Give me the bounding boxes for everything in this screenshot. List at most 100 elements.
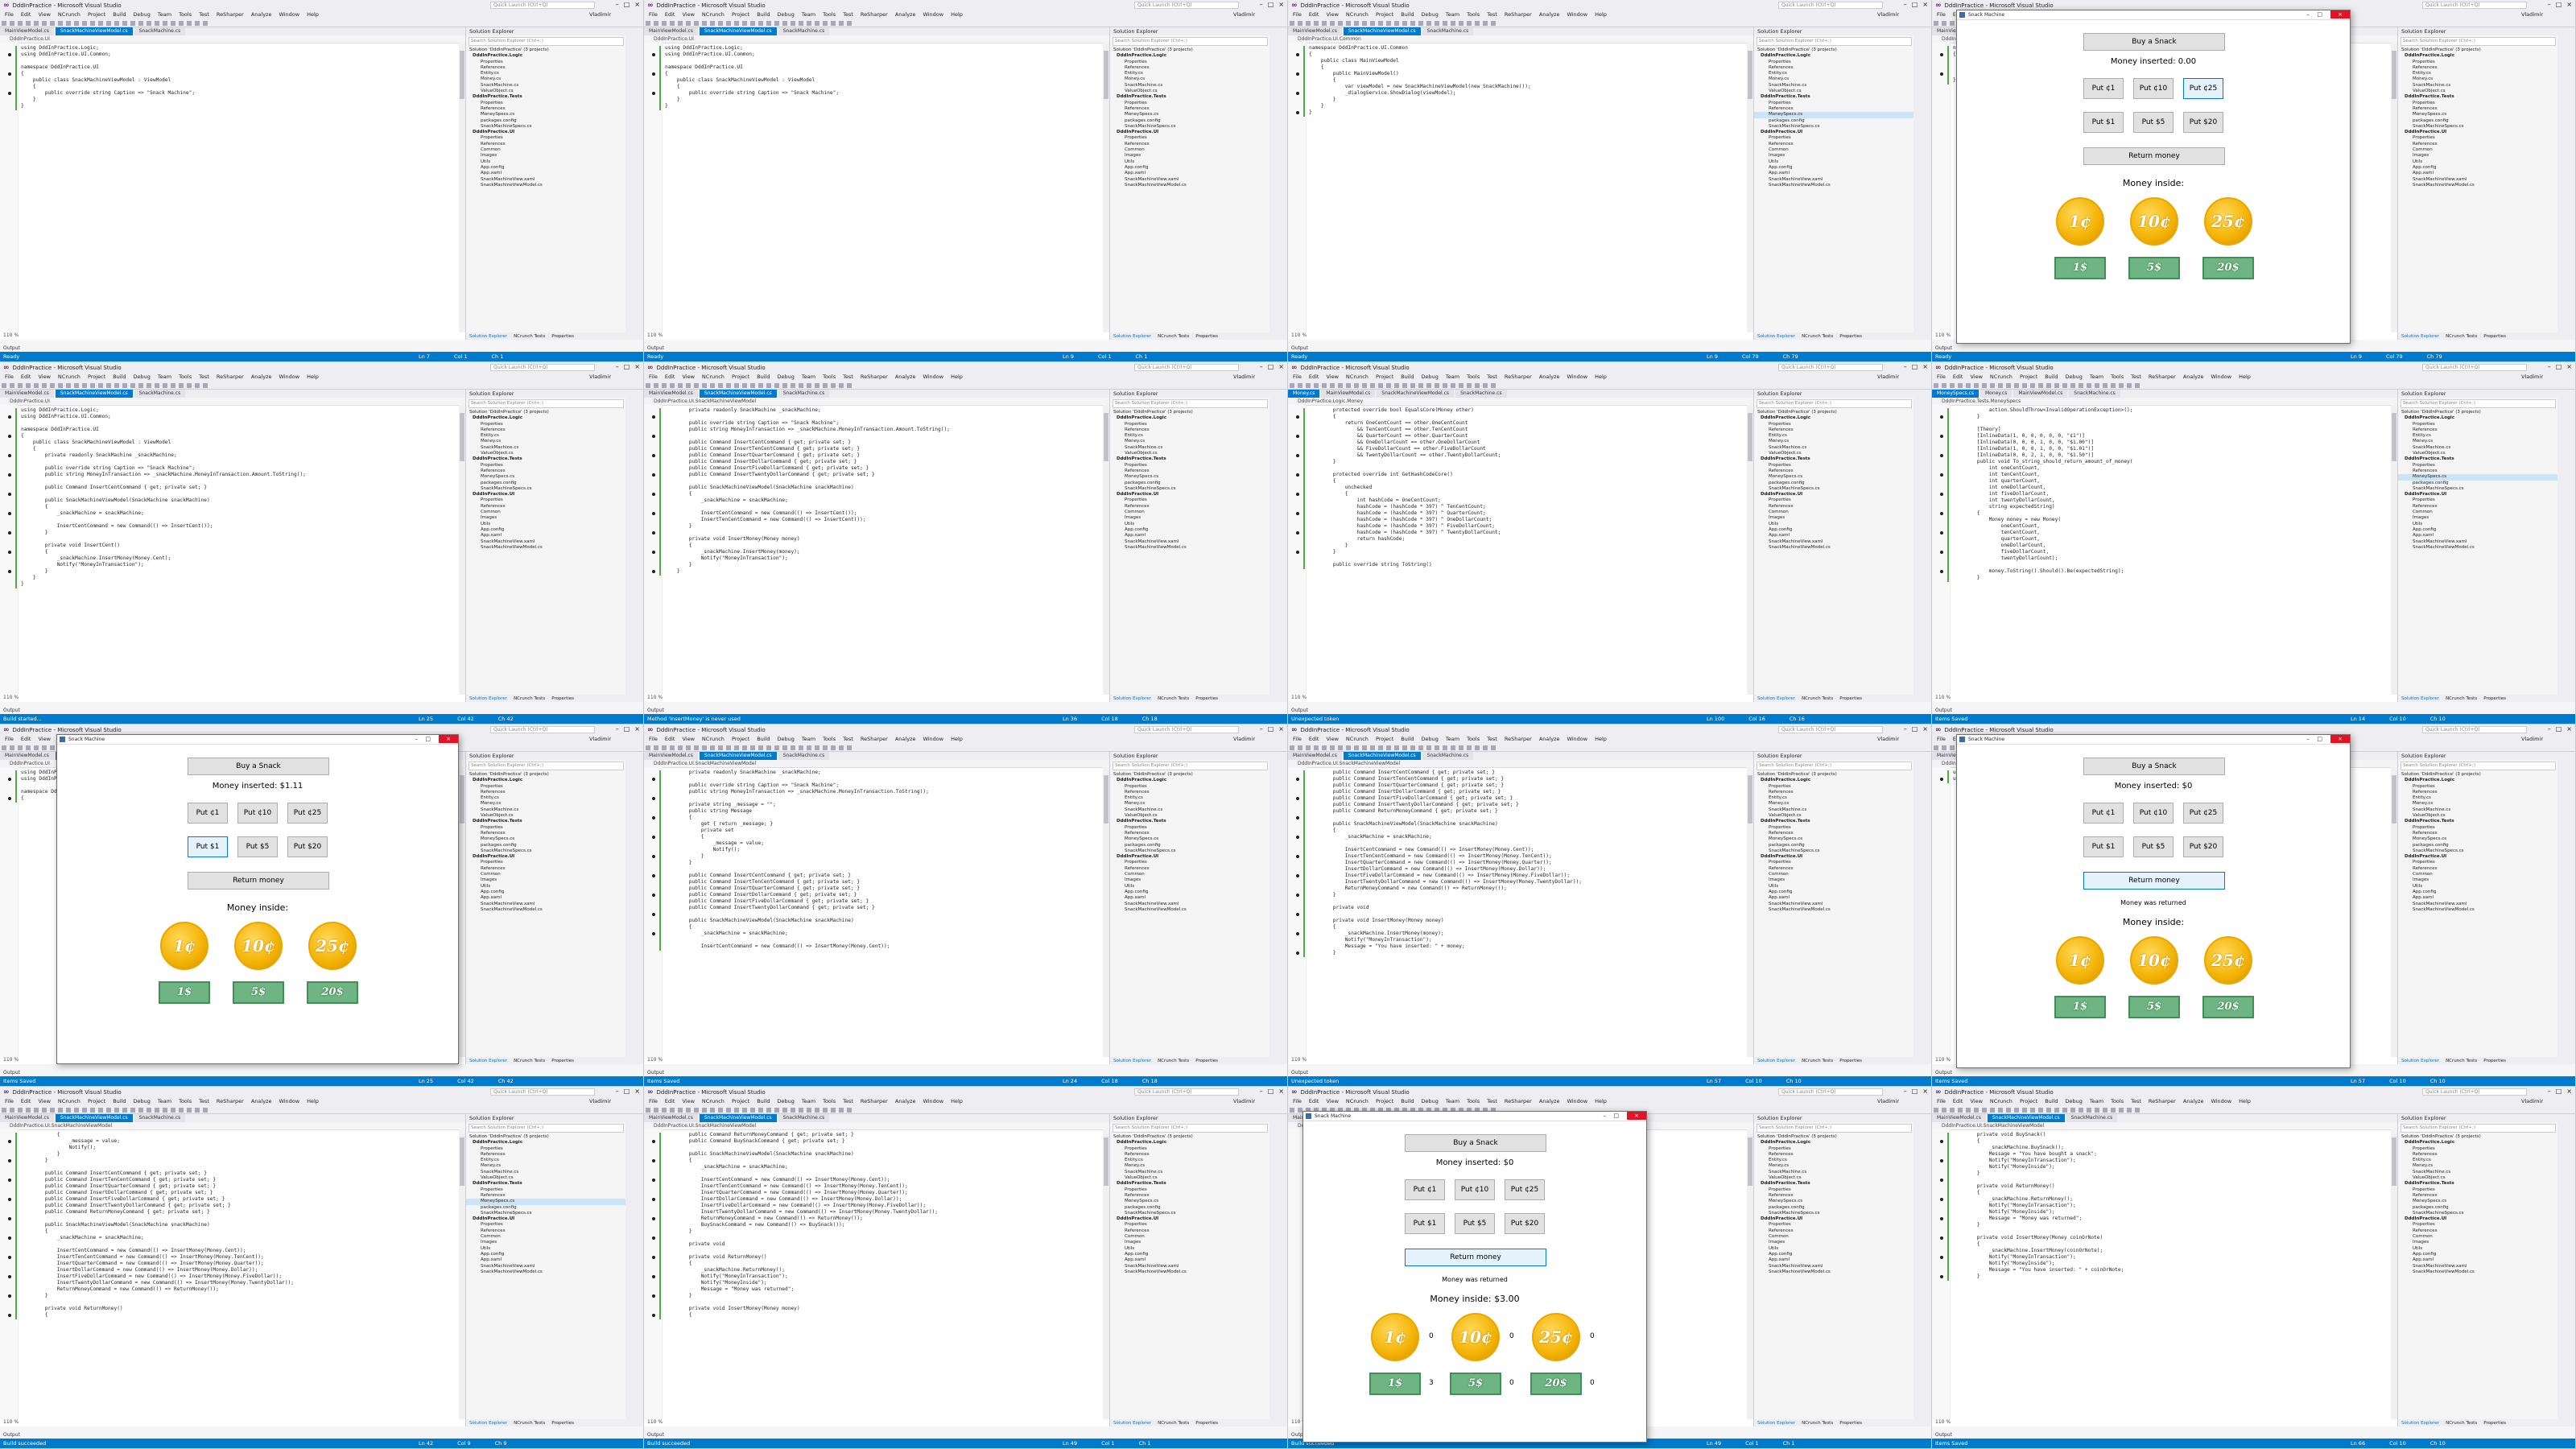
menu-item[interactable]: Help [1595,1098,1607,1106]
menu-item[interactable]: Debug [778,11,795,19]
tree-item[interactable]: References [2398,504,2558,510]
breakpoint-icon[interactable] [652,1256,655,1259]
output-tab[interactable]: Output [3,1432,20,1438]
breakpoint-icon[interactable] [1940,435,1943,438]
tree-item[interactable]: Images [466,1240,626,1245]
toolbar-button-icon[interactable] [831,745,836,750]
scroll-thumb[interactable] [1748,1137,1752,1186]
tree-item[interactable]: Money.cs [2398,76,2558,82]
document-tab[interactable]: SnackMachine.cs [1455,390,1507,398]
code-editor[interactable]: Money.cs MainViewModel.cs SnackMachineView… [1288,390,1753,702]
tree-project[interactable]: DddInPractice.Tests [466,1181,626,1187]
tree-item[interactable]: packages.config [1110,118,1270,124]
tree-item[interactable]: App.xaml [466,1257,626,1263]
user-name[interactable]: Vladimir [589,1098,611,1106]
close-icon[interactable]: × [2566,1,2572,8]
output-tab[interactable]: Output [1935,708,1952,713]
quick-launch-input[interactable]: Quick Launch (Ctrl+Q) [490,364,595,371]
breakpoint-icon[interactable] [652,531,655,535]
toolbar-button-icon[interactable] [791,383,795,388]
toolbar-button-icon[interactable] [799,745,803,750]
tree-item[interactable]: SnackMachineSpecs.cs [1110,1211,1270,1216]
zoom-level[interactable]: 110 % [1935,695,1951,700]
vertical-scrollbar[interactable] [459,43,465,332]
minimize-icon[interactable]: – [1904,725,1907,733]
close-icon[interactable]: × [2330,10,2350,19]
menu-item[interactable]: Test [1487,11,1497,19]
tree-item[interactable]: SnackMachineView.xaml [466,177,626,183]
tree-item[interactable]: ValueObject.cs [2398,451,2558,456]
toolbar-button-icon[interactable] [823,21,828,26]
breakpoint-icon[interactable] [652,53,655,56]
menu-item[interactable]: Tools [823,736,836,744]
menu-item[interactable]: Analyze [2183,374,2204,382]
toolbar-button-icon[interactable] [147,1108,151,1113]
menu-item[interactable]: Analyze [1539,1098,1560,1106]
tree-item[interactable]: MoneySpecs.cs [1110,1199,1270,1204]
document-tab[interactable]: SnackMachineViewModel.cs [1987,1114,2065,1122]
menu-item[interactable]: Test [2131,374,2141,382]
toolbar-button-icon[interactable] [1443,383,1447,388]
toolbar-button-icon[interactable] [18,745,23,750]
tree-item[interactable]: References [2398,1228,2558,1234]
menu-item[interactable]: Build [1401,11,1414,19]
tree-item[interactable]: References [466,469,626,474]
toolbar-button-icon[interactable] [1346,383,1351,388]
close-icon[interactable]: × [2566,1088,2572,1095]
toolbar-button-icon[interactable] [1394,383,1399,388]
toolbar-button-icon[interactable] [1322,745,1327,750]
menu-item[interactable]: Edit [1309,1098,1319,1106]
scroll-thumb[interactable] [460,1137,464,1186]
toolbar-button-icon[interactable] [1974,1108,1979,1113]
breakpoint-icon[interactable] [1296,72,1299,76]
tree-item[interactable]: SnackMachineView.xaml [1754,539,1914,545]
tree-item[interactable]: Properties [1754,825,1914,831]
toolbar-button-icon[interactable] [1934,383,1938,388]
menu-item[interactable]: Project [732,736,749,744]
tree-item[interactable]: MoneySpecs.cs [1110,474,1270,480]
tree-item[interactable]: MoneySpecs.cs [1754,474,1914,480]
menu-item[interactable]: View [1326,1098,1338,1106]
toolbar-button-icon[interactable] [203,21,208,26]
maximize-icon[interactable]: □ [1912,363,1918,370]
breakpoint-icon[interactable] [1940,415,1943,419]
toolbar-button-icon[interactable] [1491,383,1496,388]
quick-launch-input[interactable]: Quick Launch (Ctrl+Q) [1778,364,1883,371]
output-tab[interactable]: Output [3,345,20,351]
tree-project[interactable]: DddInPractice.UI [2398,130,2558,135]
close-icon[interactable]: × [2566,725,2572,733]
minimize-icon[interactable]: – [616,363,619,370]
toolbar-button-icon[interactable] [839,21,844,26]
tree-item[interactable]: SnackMachineViewModel.cs [2398,1269,2558,1275]
menu-item[interactable]: Help [2239,1098,2251,1106]
toolbar-button-icon[interactable] [782,1108,787,1113]
solution-root[interactable]: Solution 'DddInPractice' (3 projects) [1110,47,1270,53]
breakpoint-icon[interactable] [1940,1159,1943,1162]
tree-item[interactable]: App.xaml [2398,533,2558,539]
menu-item[interactable]: View [682,736,694,744]
toolbar-button-icon[interactable] [678,383,683,388]
tree-item[interactable]: References [2398,790,2558,795]
toolbar-button-icon[interactable] [1950,383,1955,388]
zoom-level[interactable]: 110 % [3,695,19,700]
menu-item[interactable]: Debug [134,374,151,382]
solution-search-input[interactable]: Search Solution Explorer (Ctrl+;) [2401,1124,2556,1133]
tree-item[interactable]: Entity.cs [1110,433,1270,439]
toolbar-button-icon[interactable] [734,745,739,750]
toolbar-button-icon[interactable] [195,1108,200,1113]
toolbar-button-icon[interactable] [1942,21,1946,26]
tree-item[interactable]: References [466,866,626,872]
tree-item[interactable]: SnackMachineSpecs.cs [1110,486,1270,492]
tree-item[interactable]: MoneySpecs.cs [2398,836,2558,842]
tree-item[interactable]: Properties [2398,422,2558,427]
breakpoint-icon[interactable] [8,797,11,800]
toolbar-button-icon[interactable] [1459,383,1463,388]
breakpoint-icon[interactable] [652,570,655,573]
tree-item[interactable]: Images [1110,153,1270,159]
tree-project[interactable]: DddInPractice.UI [466,1216,626,1222]
close-icon[interactable]: × [2330,735,2350,743]
tree-item[interactable]: Money.cs [1110,1163,1270,1169]
navigation-bar[interactable]: DddInPractice.Tests.MoneySpecs [1932,398,2397,406]
menu-item[interactable]: NCrunch [58,374,80,382]
scroll-thumb[interactable] [1104,775,1108,824]
